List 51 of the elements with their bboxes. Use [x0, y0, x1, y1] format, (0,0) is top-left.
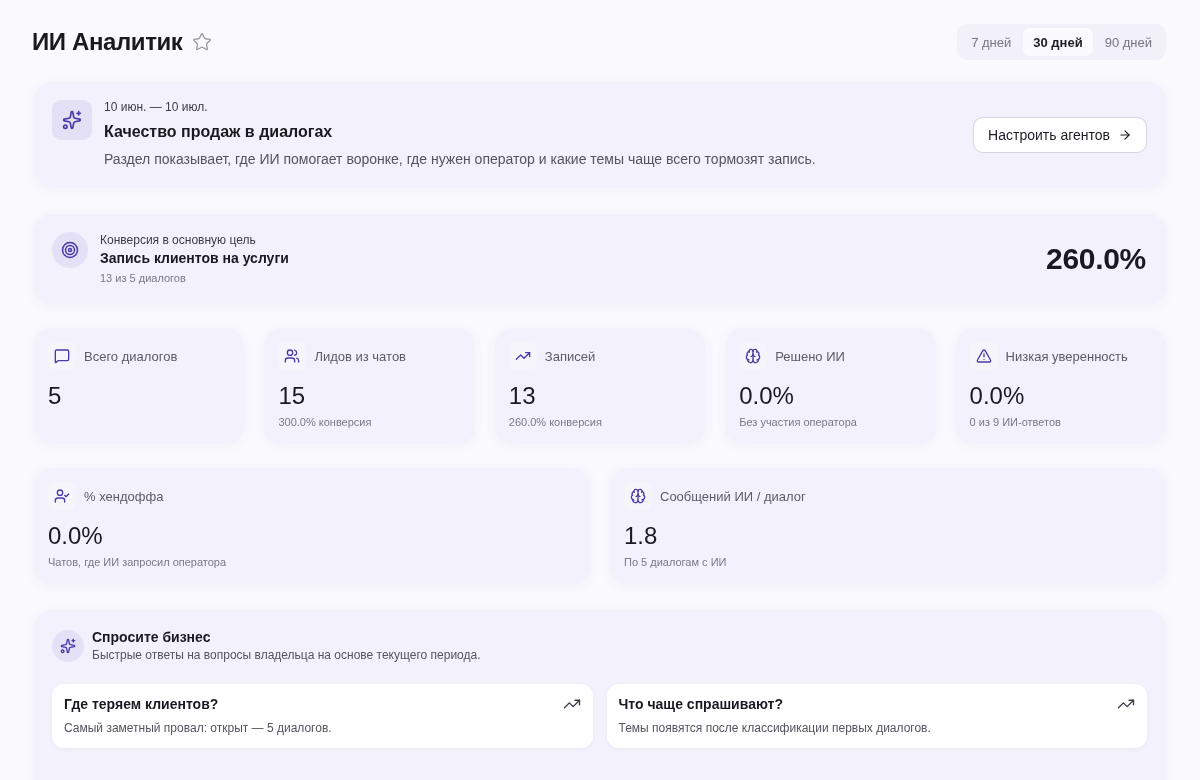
metric-label: Сообщений ИИ / диалог [660, 488, 806, 504]
metric-label: Лидов из чатов [314, 348, 406, 364]
metric-value: 5 [48, 381, 63, 411]
star-icon[interactable] [192, 32, 213, 52]
ask-subtitle: Быстрые ответы на вопросы владельца на основе текущего периода. [92, 647, 482, 664]
metric-note: 300.0% конверсия [278, 415, 373, 430]
period-tab[interactable]: 90 дней [1094, 28, 1162, 56]
metric-value: 0.0% [969, 381, 1026, 411]
sparkles-icon [52, 100, 92, 140]
sparkles-icon [52, 630, 84, 662]
metric-label: Решено ИИ [775, 348, 845, 364]
configure-agents-button[interactable]: Настроить агентов [973, 117, 1147, 153]
metric-value: 13 [508, 381, 537, 411]
question-answer: Самый заметный провал: открыт — 5 диалогов. [64, 720, 333, 736]
chat-bubble-icon [48, 342, 76, 370]
trending-up-icon [508, 342, 537, 370]
metric-note: Без участия оператора [739, 415, 858, 430]
ask-title: Спросите бизнес [92, 628, 212, 646]
goal-note: 13 из 5 диалогов [100, 271, 187, 286]
question-card[interactable]: Где теряем клиентов? Самый заметный провал: открыт — 5 диалогов. [52, 684, 593, 748]
metric-note: Чатов, где ИИ запросил оператора [48, 555, 228, 570]
brain-icon [739, 342, 768, 370]
question-title: Что чаще спрашивают? [618, 695, 783, 714]
metric-value: 0.0% [739, 381, 795, 411]
summary-description: Раздел показывает, где ИИ помогает воронке, где нужен оператор и какие темы чаще всего тормозят запись. [104, 150, 817, 169]
summary-title: Качество продаж в диалогах [104, 122, 334, 142]
metric-value: 1.8 [624, 521, 659, 551]
question-title: Где теряем клиентов? [64, 695, 219, 714]
date-range: 10 июн. — 10 июл. [104, 99, 209, 115]
metric-value: 0.0% [48, 521, 104, 551]
period-tab[interactable]: 30 дней [1023, 28, 1093, 56]
metric-note: 0 из 9 ИИ-ответов [969, 415, 1062, 430]
metric-label: Всего диалогов [84, 348, 178, 364]
goal-value: 260.0% [1046, 242, 1146, 276]
question-answer: Темы появятся после классификации первых диалогов. [618, 720, 932, 736]
user-check-icon [48, 482, 76, 510]
metric-label: % хендоффа [84, 488, 164, 504]
goal-label: Конверсия в основную цель [100, 232, 257, 248]
metric-label: Низкая уверенность [1005, 348, 1128, 364]
goal-title: Запись клиентов на услуги [100, 249, 290, 268]
target-icon [52, 232, 88, 268]
period-tab[interactable]: 7 дней [961, 28, 1022, 56]
metric-label: Записей [544, 348, 596, 364]
warning-triangle-icon [969, 342, 998, 370]
question-card[interactable]: Что чаще спрашивают? Темы появятся после классификации первых диалогов. [606, 684, 1147, 748]
users-icon [278, 342, 307, 370]
metric-value: 15 [278, 381, 307, 411]
page-title: ИИ Аналитик [32, 28, 183, 56]
metric-note: По 5 диалогам с ИИ [624, 555, 728, 570]
metric-note: 260.0% конверсия [508, 415, 603, 430]
brain-icon [624, 482, 652, 510]
